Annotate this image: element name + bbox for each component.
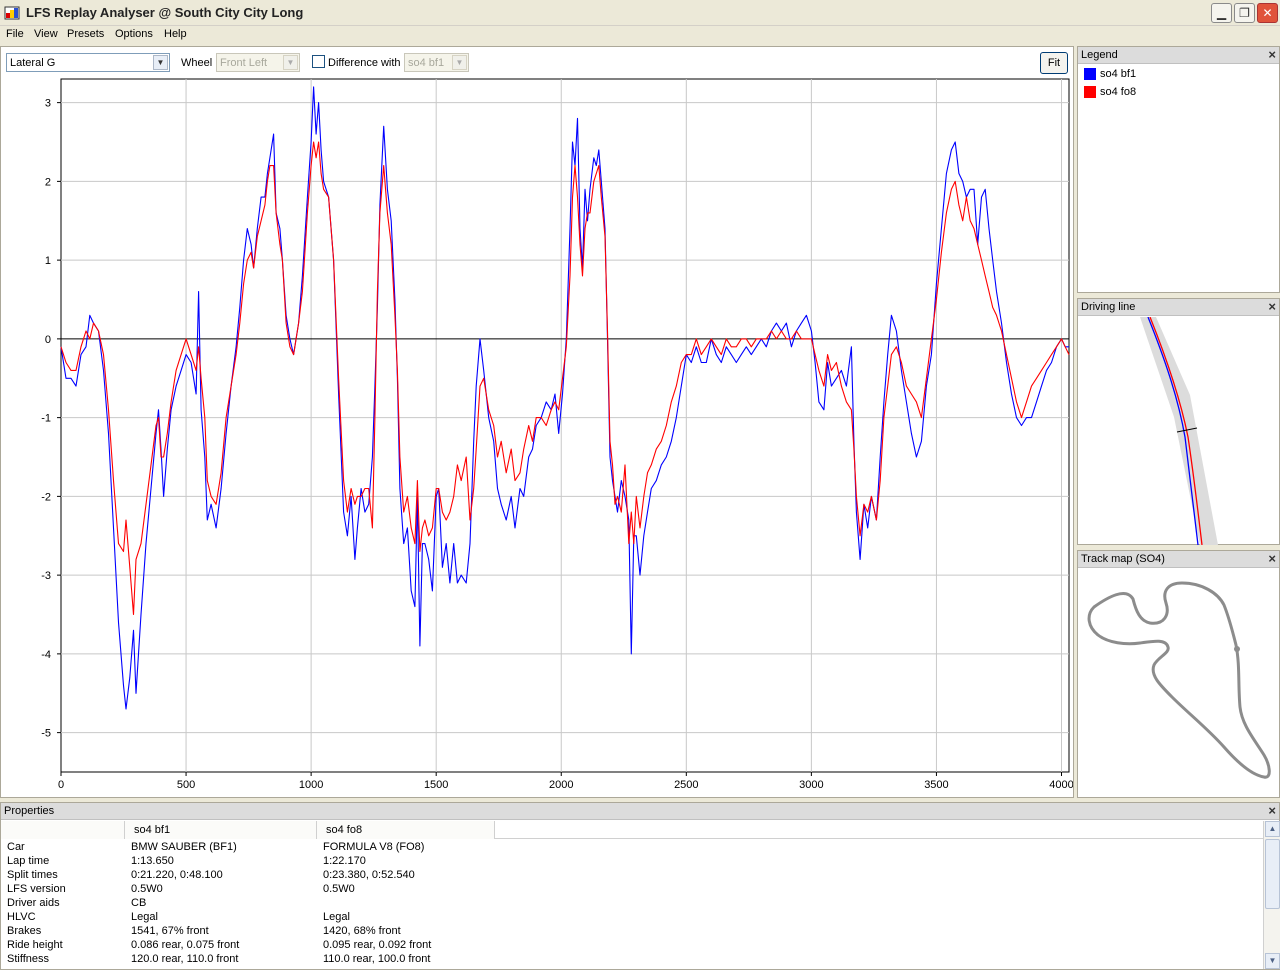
difference-label: Difference with: [328, 57, 401, 69]
legend-panel: Legend × so4 bf1 so4 fo8: [1077, 46, 1280, 293]
close-window-button[interactable]: ✕: [1257, 3, 1278, 23]
legend-label: so4 fo8: [1100, 86, 1137, 98]
column-header-property[interactable]: [1, 821, 125, 839]
table-row: Ride height 0.086 rear, 0.075 front 0.095 …: [7, 939, 432, 951]
properties-column-headers: so4 bf1 so4 fo8: [1, 821, 1263, 839]
x-tick-label: 4000: [1049, 779, 1073, 791]
close-icon[interactable]: ×: [1268, 299, 1276, 314]
x-tick-label: 0: [58, 779, 64, 791]
scroll-up-icon[interactable]: ▲: [1265, 821, 1280, 837]
x-tick-label: 1500: [424, 779, 448, 791]
legend-swatch-bf1: [1084, 68, 1096, 80]
table-row: Brakes 1541, 67% front 1420, 68% front: [7, 925, 401, 937]
y-tick-label: -5: [41, 728, 51, 740]
x-axis-ticks: 0 500 1000 1500 2000 2500 3000 3500 4000: [58, 772, 1073, 791]
menu-options[interactable]: Options: [115, 28, 153, 40]
app-icon: [4, 6, 20, 20]
table-row: Car BMW SAUBER (BF1) FORMULA V8 (FO8): [7, 841, 425, 853]
minimize-button[interactable]: ▁: [1211, 3, 1232, 23]
menu-file[interactable]: File: [6, 28, 24, 40]
maximize-button[interactable]: ❐: [1234, 3, 1255, 23]
driving-line-title: Driving line: [1081, 301, 1136, 313]
wheel-value: Front Left: [220, 57, 268, 69]
properties-header: Properties ×: [1, 803, 1279, 820]
legend-label: so4 bf1: [1100, 68, 1137, 80]
y-tick-label: 3: [45, 98, 51, 110]
table-row: Stiffness 120.0 rear, 110.0 front 110.0 re…: [7, 953, 431, 965]
chevron-down-icon[interactable]: ▼: [153, 55, 168, 70]
y-axis-ticks: 3 2 1 0 -1 -2 -3 -4 -5: [41, 98, 61, 740]
y-tick-label: -3: [41, 570, 51, 582]
x-tick-label: 1000: [299, 779, 323, 791]
wheel-dropdown[interactable]: Front Left ▼: [216, 53, 300, 72]
title-bar: LFS Replay Analyser @ South City City Lo…: [0, 0, 1280, 26]
table-row: Lap time 1:13.650 1:22.170: [7, 855, 366, 867]
legend-swatch-fo8: [1084, 86, 1096, 98]
fit-button[interactable]: Fit: [1040, 52, 1068, 74]
x-tick-label: 3500: [924, 779, 948, 791]
track-map-title: Track map (SO4): [1081, 553, 1165, 565]
legend-header: Legend ×: [1078, 47, 1279, 64]
chevron-down-icon[interactable]: ▼: [452, 55, 467, 70]
lateral-g-chart[interactable]: 3 2 1 0 -1 -2 -3 -4 -5 0 500 1000 1500 2000 2500 3000 3…: [1, 77, 1073, 797]
properties-table: Car BMW SAUBER (BF1) FORMULA V8 (FO8) Lap …: [1, 841, 1263, 969]
chart-panel: Lateral G ▼ Wheel Front Left ▼ Differenc…: [0, 46, 1074, 798]
x-tick-label: 2500: [674, 779, 698, 791]
close-icon[interactable]: ×: [1268, 47, 1276, 62]
track-map-view[interactable]: [1078, 569, 1279, 798]
window-title: LFS Replay Analyser @ South City City Lo…: [26, 5, 304, 20]
properties-title: Properties: [4, 805, 55, 817]
y-tick-label: -1: [41, 413, 51, 425]
properties-panel: Properties × so4 bf1 so4 fo8 Car BMW SAUB…: [0, 802, 1280, 970]
table-row: Split times 0:21.220, 0:48.100 0:23.380, 0…: [7, 869, 415, 881]
y-tick-label: 1: [45, 255, 51, 267]
difference-dropdown[interactable]: so4 bf1 ▼: [404, 53, 469, 72]
column-header-fo8[interactable]: so4 fo8: [317, 821, 495, 839]
column-header-bf1[interactable]: so4 bf1: [125, 821, 317, 839]
difference-checkbox[interactable]: [312, 55, 325, 68]
table-row: LFS version 0.5W0 0.5W0: [7, 883, 355, 895]
driving-line-panel: Driving line ×: [1077, 298, 1280, 545]
menu-presets[interactable]: Presets: [67, 28, 104, 40]
close-icon[interactable]: ×: [1268, 803, 1276, 818]
table-row: HLVC Legal Legal: [7, 911, 350, 923]
y-tick-label: 2: [45, 176, 51, 188]
x-tick-label: 2000: [549, 779, 573, 791]
y-tick-label: -2: [41, 491, 51, 503]
wheel-label: Wheel: [181, 57, 213, 69]
menu-bar: File View Presets Options Help: [0, 26, 1280, 45]
x-tick-label: 3000: [799, 779, 823, 791]
x-tick-label: 500: [177, 779, 195, 791]
track-map-panel: Track map (SO4) ×: [1077, 550, 1280, 798]
scroll-down-icon[interactable]: ▼: [1265, 953, 1280, 969]
properties-scrollbar[interactable]: ▲ ▼: [1263, 821, 1280, 969]
legend-title: Legend: [1081, 49, 1118, 61]
chart-toolbar: Lateral G ▼ Wheel Front Left ▼ Differenc…: [1, 47, 1073, 77]
chevron-down-icon[interactable]: ▼: [283, 55, 298, 70]
driving-line-view[interactable]: [1078, 317, 1279, 545]
menu-help[interactable]: Help: [164, 28, 187, 40]
metric-value: Lateral G: [10, 57, 56, 69]
table-row: Driver aids CB: [7, 897, 147, 909]
menu-view[interactable]: View: [34, 28, 58, 40]
track-map-header: Track map (SO4) ×: [1078, 551, 1279, 568]
difference-value: so4 bf1: [408, 57, 445, 69]
metric-dropdown[interactable]: Lateral G ▼: [6, 53, 170, 72]
y-tick-label: -4: [41, 649, 51, 661]
scroll-thumb[interactable]: [1265, 839, 1280, 909]
y-tick-label: 0: [45, 334, 51, 346]
close-icon[interactable]: ×: [1268, 551, 1276, 566]
driving-line-header: Driving line ×: [1078, 299, 1279, 316]
